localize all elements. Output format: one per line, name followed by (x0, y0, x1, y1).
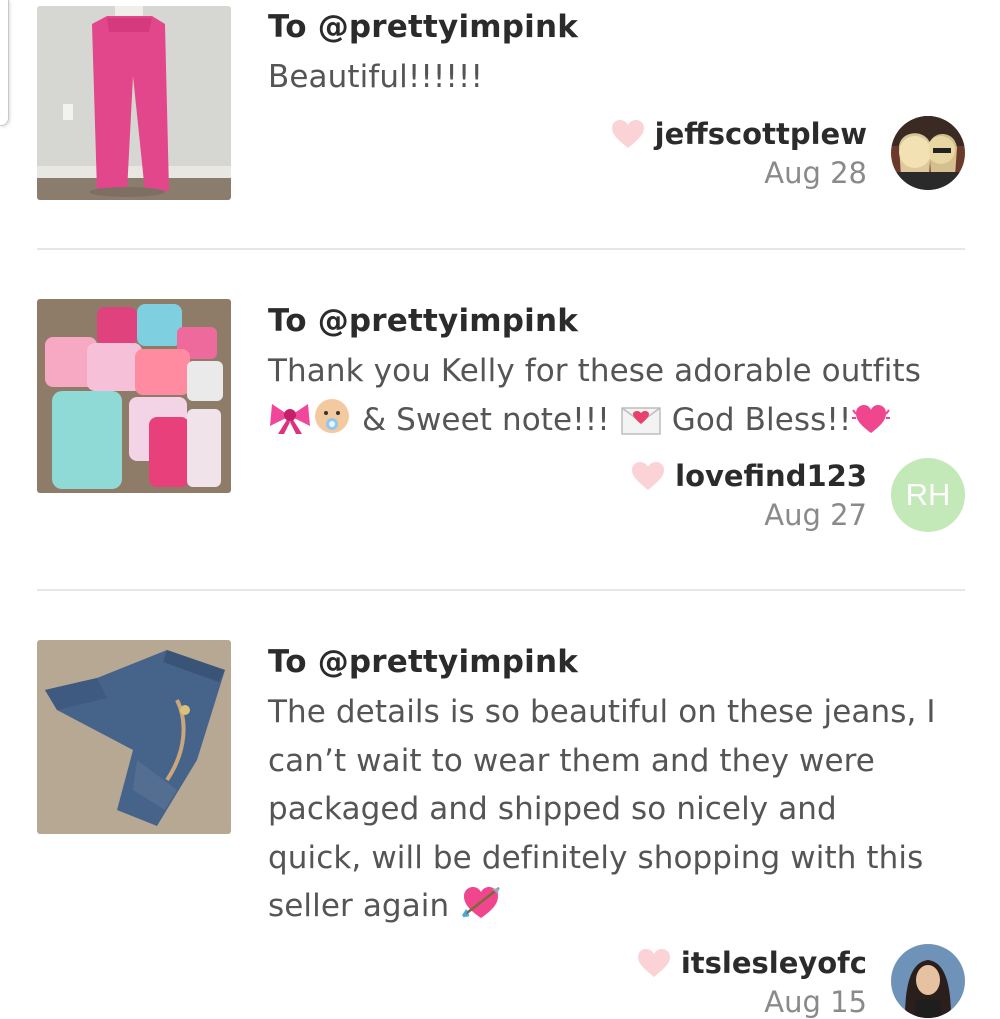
review-message: Thank you Kelly for these adorable outfi… (268, 347, 968, 444)
review-message-text: Thank you Kelly for these adorable outfi… (268, 353, 921, 389)
review-recipient: To @prettyimpink (268, 644, 579, 680)
reviewer-avatar[interactable]: RH (891, 458, 965, 532)
review-message-text: seller again (268, 888, 460, 924)
jeans-photo (37, 640, 231, 834)
review-message-line: quick, will be definitely shopping with … (268, 839, 924, 876)
reviewer-meta: lovefind123 Aug 27 (631, 456, 867, 532)
baby-outfits-photo (37, 299, 231, 493)
review-message-text: & Sweet note!!! (352, 401, 620, 438)
heart-icon[interactable] (611, 119, 645, 149)
reviewer-avatar[interactable] (891, 116, 965, 190)
review-message: Beautiful!!!!!! (268, 59, 483, 95)
review-message-line: The details is so beautiful on these jea… (268, 694, 936, 730)
listing-thumbnail[interactable] (37, 299, 231, 493)
reviewer-meta: jeffscottplew Aug 28 (611, 114, 867, 190)
love-letter-icon (621, 406, 661, 435)
review-recipient: To @prettyimpink (268, 9, 579, 45)
review-date: Aug 15 (764, 985, 867, 1019)
divider (37, 248, 965, 250)
heart-arrow-icon (462, 887, 500, 918)
listing-thumbnail[interactable] (37, 6, 231, 200)
reviewer-avatar[interactable] (891, 944, 965, 1018)
divider (37, 589, 965, 591)
review-message-line: packaged and shipped so nicely and (268, 791, 837, 827)
reviewer-username[interactable]: itslesleyofc (681, 946, 867, 980)
heart-icon[interactable] (637, 948, 671, 978)
heart-icon[interactable] (631, 461, 665, 491)
review-message-line: can’t wait to wear them and they were (268, 742, 875, 779)
review-message: The details is so beautiful on these jea… (268, 688, 968, 931)
pink-pants-photo (37, 6, 231, 200)
review-recipient: To @prettyimpink (268, 303, 579, 339)
reviewer-username[interactable]: lovefind123 (675, 459, 867, 493)
review-date: Aug 27 (764, 498, 867, 532)
ribbon-emoji-icon (270, 403, 310, 434)
listing-thumbnail[interactable] (37, 640, 231, 834)
reviewer-username[interactable]: jeffscottplew (655, 117, 867, 151)
review-message-text: God Bless!! (661, 401, 852, 438)
vibrating-heart-icon (852, 404, 891, 433)
review-date: Aug 28 (764, 156, 867, 190)
baby-emoji-icon (315, 398, 349, 433)
side-panel-edge (0, 0, 9, 126)
photo-avatar (891, 116, 965, 190)
photo-avatar (891, 944, 965, 1018)
reviewer-meta: itslesleyofc Aug 15 (637, 943, 867, 1019)
review-message-line: seller again (268, 882, 968, 931)
